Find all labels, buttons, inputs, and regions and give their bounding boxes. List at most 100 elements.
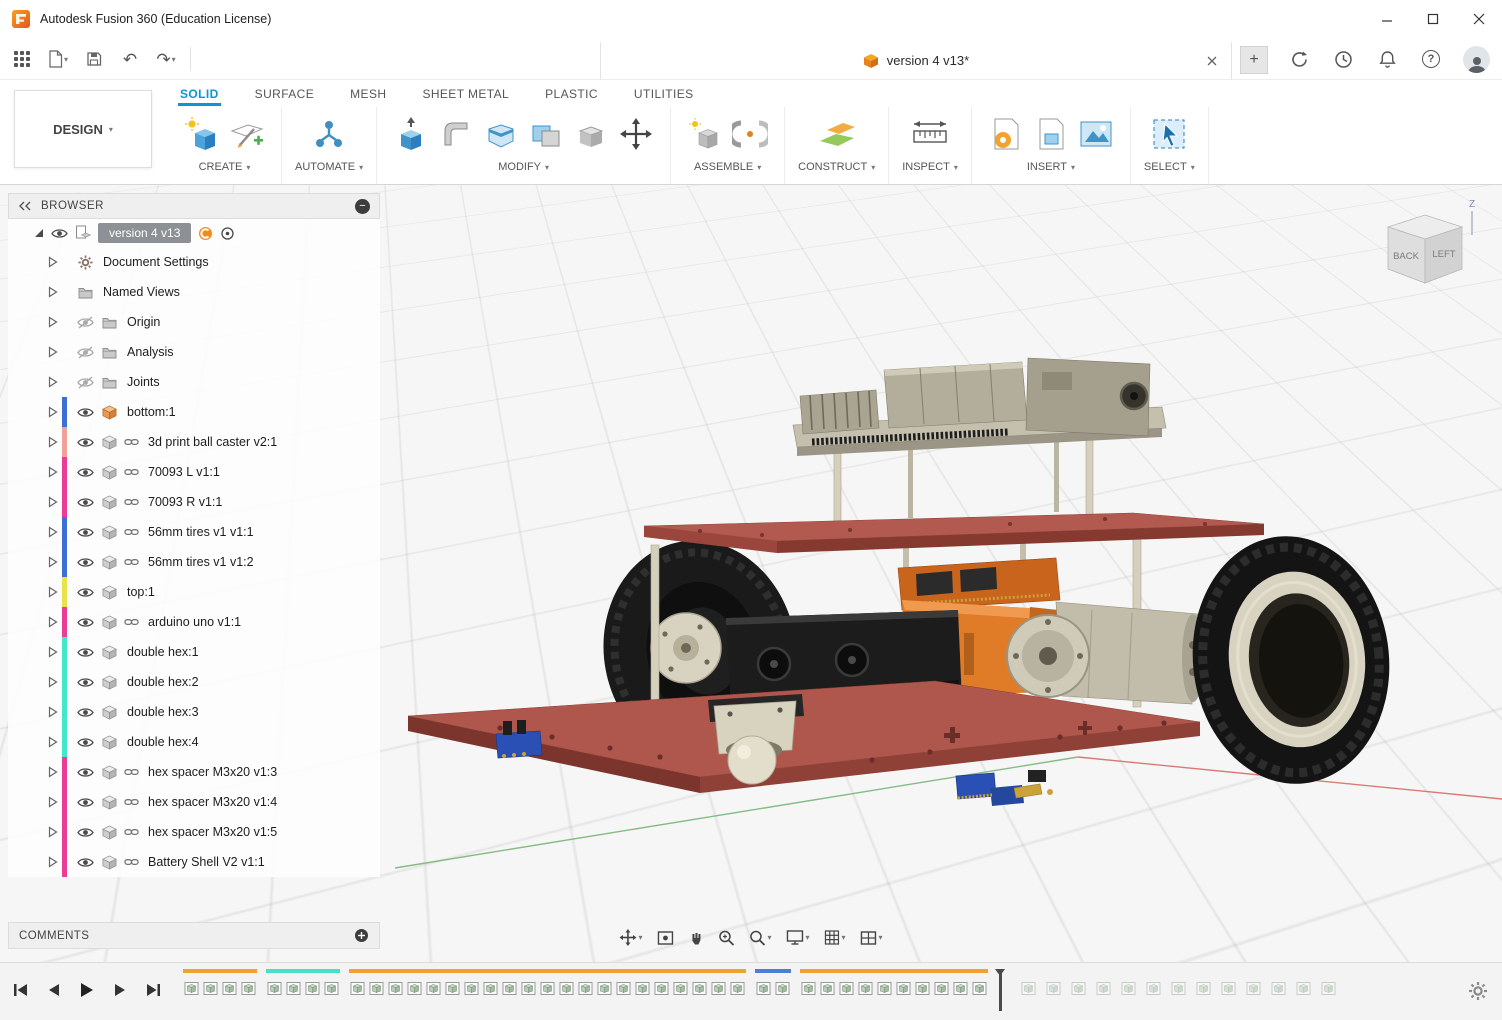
orbit-button[interactable]: ▾ <box>617 926 644 949</box>
look-at-button[interactable] <box>655 928 675 948</box>
automate-button[interactable] <box>308 110 350 158</box>
new-component-button[interactable] <box>181 110 223 158</box>
timeline-feature-icon[interactable] <box>1120 975 1137 1001</box>
browser-item[interactable]: 70093 R v1:1 <box>8 487 380 517</box>
expand-arrow-icon[interactable] <box>46 796 59 808</box>
press-pull-button[interactable] <box>390 110 432 158</box>
browser-item[interactable]: Origin <box>8 307 380 337</box>
timeline-feature-icon[interactable] <box>240 975 257 1001</box>
visibility-eye-icon[interactable] <box>73 586 97 599</box>
timeline-feature-icon[interactable] <box>914 975 931 1001</box>
visibility-eye-icon[interactable] <box>73 766 97 779</box>
expand-arrow-icon[interactable] <box>46 826 59 838</box>
group-label-insert[interactable]: INSERT▾ <box>1027 161 1075 173</box>
user-avatar[interactable] <box>1463 46 1490 73</box>
group-label-select[interactable]: SELECT▾ <box>1144 161 1195 173</box>
insert-canvas-button[interactable] <box>1075 110 1117 158</box>
timeline-feature-icon[interactable] <box>774 975 791 1001</box>
browser-item[interactable]: 56mm tires v1 v1:1 <box>8 517 380 547</box>
job-status-button[interactable] <box>1331 45 1355 73</box>
visibility-off-icon[interactable] <box>73 376 97 389</box>
create-sketch-button[interactable] <box>226 110 268 158</box>
offset-face-button[interactable] <box>570 110 612 158</box>
visibility-eye-icon[interactable] <box>73 466 97 479</box>
skip-to-start-button[interactable] <box>10 979 32 1001</box>
timeline-feature-icon[interactable] <box>634 975 651 1001</box>
timeline-feature-icon[interactable] <box>202 975 219 1001</box>
timeline-feature-icon[interactable] <box>406 975 423 1001</box>
select-button[interactable] <box>1148 110 1190 158</box>
close-button[interactable] <box>1456 0 1502 38</box>
browser-item[interactable]: Document Settings <box>8 247 380 277</box>
workspace-switcher[interactable]: DESIGN ▾ <box>14 90 152 168</box>
expand-arrow-icon[interactable] <box>46 646 59 658</box>
timeline-settings-button[interactable] <box>1468 981 1488 1001</box>
timeline-feature-icon[interactable] <box>368 975 385 1001</box>
visibility-eye-icon[interactable] <box>51 227 68 240</box>
joint-button[interactable] <box>729 110 771 158</box>
visibility-eye-icon[interactable] <box>73 646 97 659</box>
browser-item[interactable]: double hex:2 <box>8 667 380 697</box>
timeline-feature-icon[interactable] <box>285 975 302 1001</box>
measure-button[interactable] <box>909 110 951 158</box>
fillet-button[interactable] <box>435 110 477 158</box>
browser-header[interactable]: BROWSER − <box>8 193 380 219</box>
timeline-feature-icon[interactable] <box>1245 975 1262 1001</box>
step-forward-button[interactable] <box>109 979 131 1001</box>
group-label-automate[interactable]: AUTOMATE▾ <box>295 161 363 173</box>
timeline-feature-icon[interactable] <box>1070 975 1087 1001</box>
visibility-eye-icon[interactable] <box>73 496 97 509</box>
move-copy-button[interactable] <box>615 110 657 158</box>
extensions-button[interactable] <box>1287 45 1311 73</box>
expand-arrow-icon[interactable] <box>46 346 59 358</box>
timeline-feature-icon[interactable] <box>1220 975 1237 1001</box>
zoom-button[interactable] <box>716 927 736 949</box>
app-grid-menu-button[interactable] <box>10 45 34 73</box>
visibility-eye-icon[interactable] <box>73 826 97 839</box>
ribbon-tab-sheet-metal[interactable]: SHEET METAL <box>420 83 511 106</box>
expand-arrow-icon[interactable] <box>46 676 59 688</box>
expand-arrow-icon[interactable] <box>46 286 59 298</box>
file-menu-button[interactable]: ▾ <box>46 45 70 73</box>
timeline-feature-icon[interactable] <box>615 975 632 1001</box>
comments-bar[interactable]: COMMENTS <box>8 922 380 949</box>
timeline-feature-icon[interactable] <box>1045 975 1062 1001</box>
notifications-button[interactable] <box>1375 45 1399 73</box>
ribbon-tab-solid[interactable]: SOLID <box>178 83 221 106</box>
timeline-feature-icon[interactable] <box>1195 975 1212 1001</box>
browser-item[interactable]: double hex:4 <box>8 727 380 757</box>
expand-arrow-icon[interactable] <box>46 556 59 568</box>
browser-item[interactable]: Named Views <box>8 277 380 307</box>
browser-item[interactable]: 56mm tires v1 v1:2 <box>8 547 380 577</box>
timeline-feature-icon[interactable] <box>349 975 366 1001</box>
visibility-off-icon[interactable] <box>73 346 97 359</box>
ribbon-tab-surface[interactable]: SURFACE <box>253 83 316 106</box>
undo-button[interactable]: ↶ <box>118 45 142 73</box>
viewport-canvas[interactable]: Z BACK LEFT BROWSER − version 4 v13 Docu… <box>0 185 1502 962</box>
timeline-feature-icon[interactable] <box>444 975 461 1001</box>
timeline-strip[interactable] <box>183 969 1346 1015</box>
maximize-button[interactable] <box>1410 0 1456 38</box>
expand-arrow-icon[interactable] <box>46 526 59 538</box>
timeline-feature-icon[interactable] <box>895 975 912 1001</box>
timeline-feature-icon[interactable] <box>520 975 537 1001</box>
browser-item[interactable]: 3d print ball caster v2:1 <box>8 427 380 457</box>
assemble-new-component-button[interactable] <box>684 110 726 158</box>
timeline-feature-icon[interactable] <box>482 975 499 1001</box>
visibility-eye-icon[interactable] <box>73 796 97 809</box>
viewports-button[interactable]: ▾ <box>859 928 885 948</box>
expand-arrow-icon[interactable] <box>46 736 59 748</box>
timeline-feature-icon[interactable] <box>1170 975 1187 1001</box>
insert-svg-button[interactable] <box>985 110 1027 158</box>
timeline-feature-icon[interactable] <box>1145 975 1162 1001</box>
browser-item[interactable]: bottom:1 <box>8 397 380 427</box>
expand-arrow-icon[interactable] <box>46 436 59 448</box>
combine-button[interactable] <box>525 110 567 158</box>
timeline-feature-icon[interactable] <box>558 975 575 1001</box>
timeline-feature-icon[interactable] <box>819 975 836 1001</box>
timeline-playhead[interactable] <box>999 971 1002 1011</box>
browser-item[interactable]: double hex:1 <box>8 637 380 667</box>
minimize-button[interactable] <box>1364 0 1410 38</box>
expand-arrow-icon[interactable] <box>34 228 44 238</box>
timeline-feature-icon[interactable] <box>577 975 594 1001</box>
